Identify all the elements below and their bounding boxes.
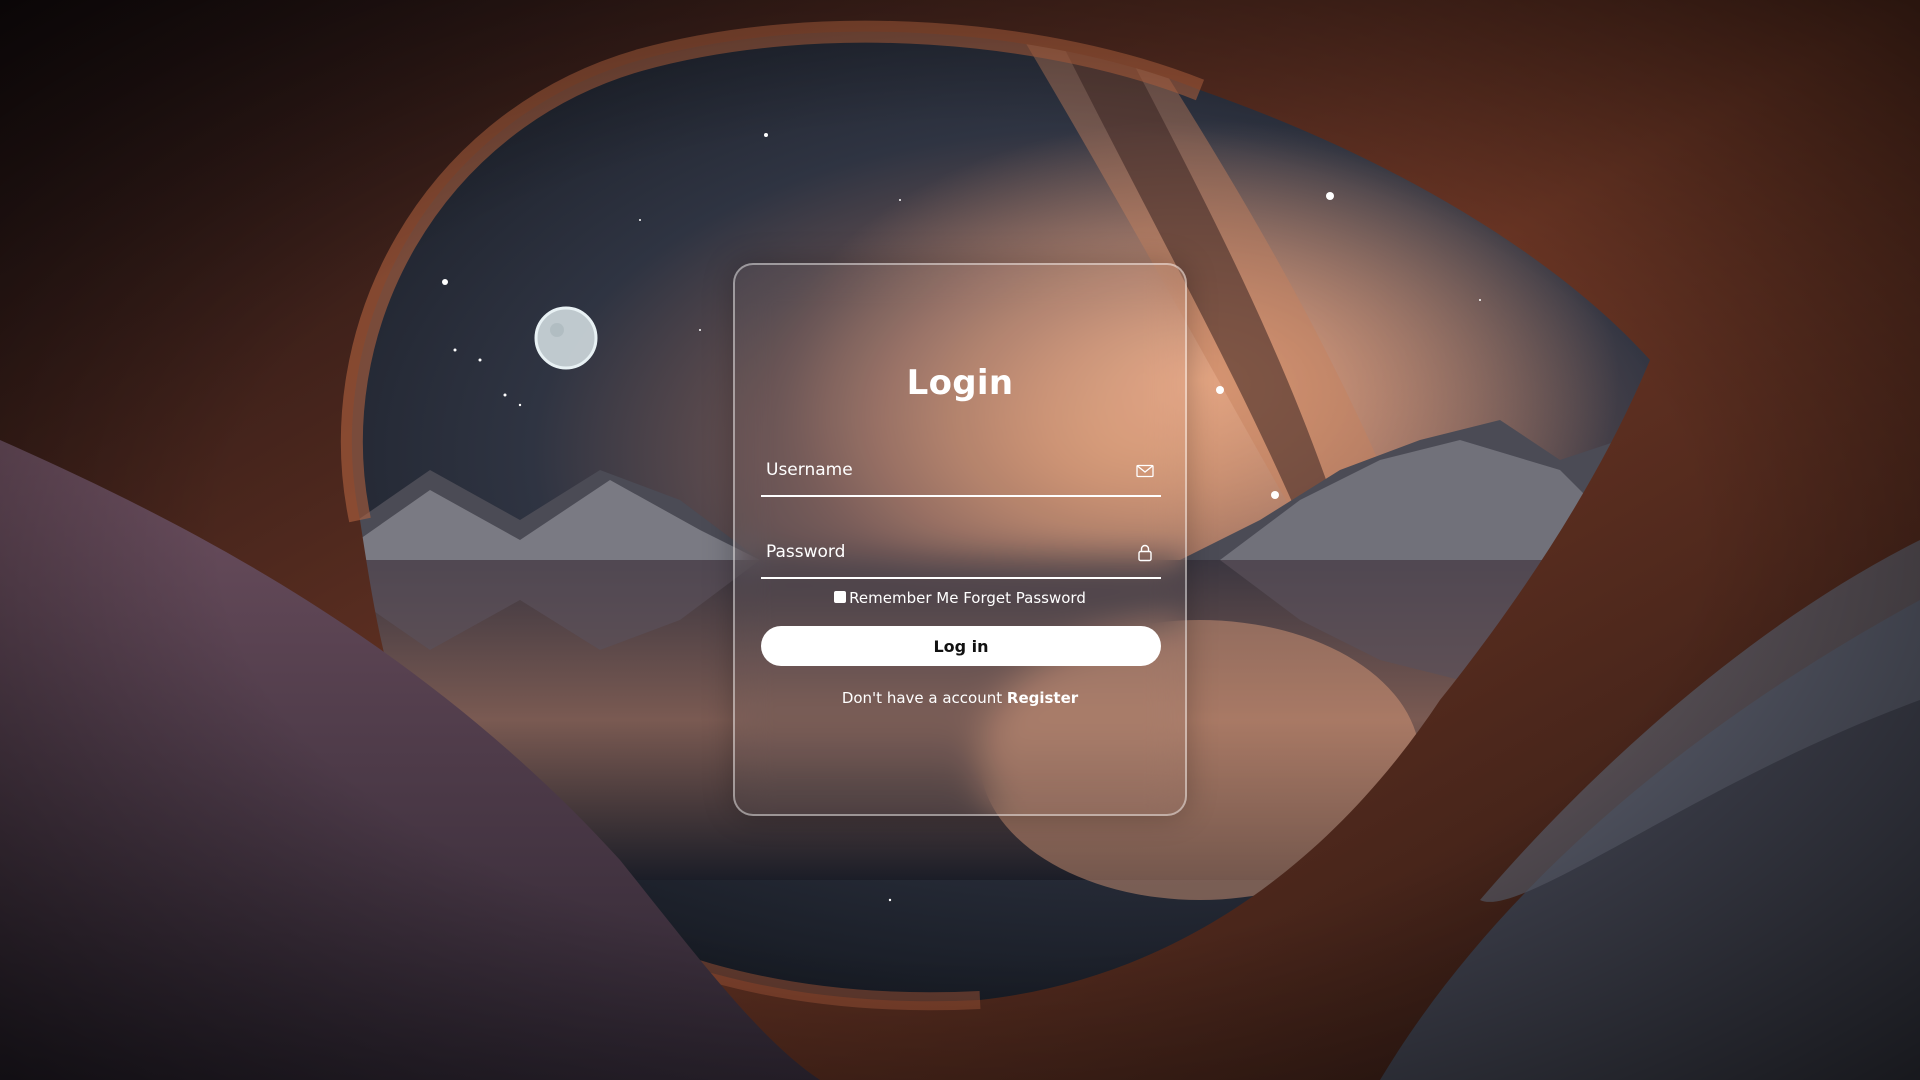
login-title: Login [906,363,1014,403]
forget-password-link[interactable]: Forget Password [963,589,1086,607]
password-input[interactable] [761,527,1121,577]
mail-icon [1135,461,1155,481]
register-link[interactable]: Register [1007,689,1078,707]
username-input[interactable] [761,445,1121,495]
lock-icon [1135,543,1155,563]
login-button[interactable]: Log in [761,626,1161,666]
remember-me-label[interactable]: Remember Me [849,589,958,607]
register-row: Don't have a account Register [735,689,1185,707]
remember-forget-row: Remember Me Forget Password [735,589,1185,607]
password-field [761,527,1161,579]
remember-me-checkbox[interactable] [834,591,847,603]
username-field [761,445,1161,497]
register-prompt: Don't have a account [841,689,1003,707]
login-card: Login Remember Me Forget Password Log in… [733,263,1187,816]
